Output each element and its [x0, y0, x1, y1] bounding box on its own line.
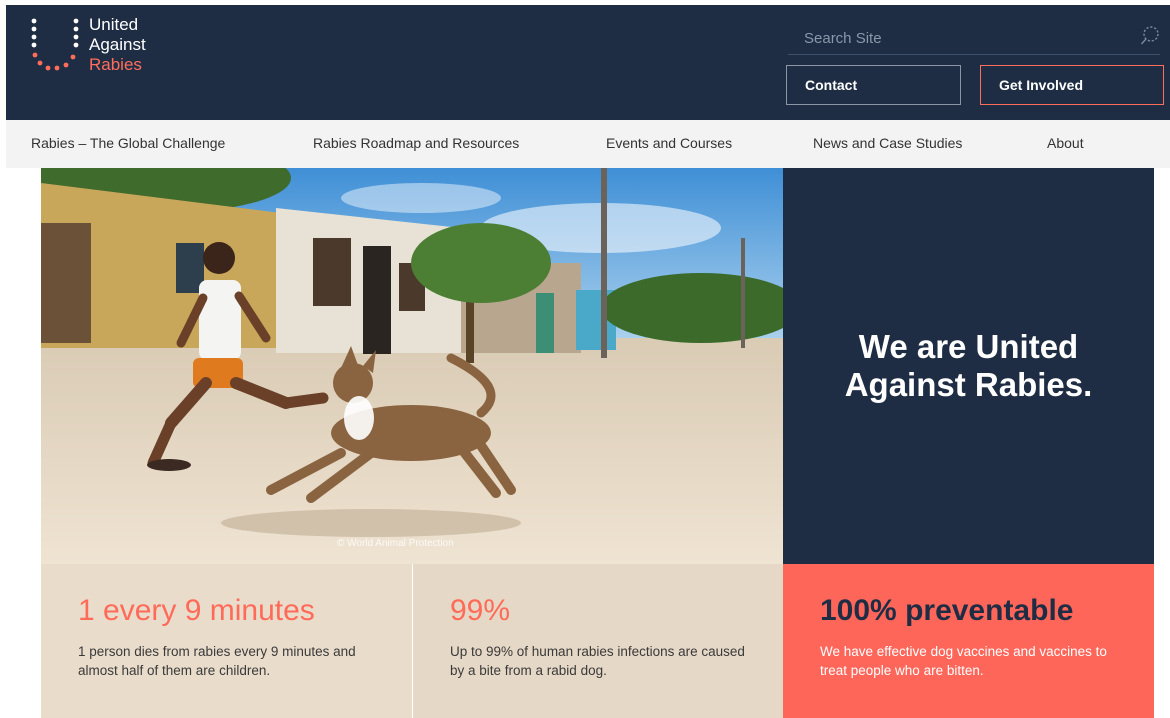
stat-text: Up to 99% of human rabies infections are…: [450, 644, 745, 678]
site-header: United Against Rabies Contact Get Involv…: [6, 5, 1170, 120]
stats-row: 1 every 9 minutes 1 person dies from rab…: [41, 564, 1154, 718]
stat-title: 100% preventable: [820, 594, 1074, 627]
hero-image: © World Animal Protection: [41, 168, 783, 564]
logo-line-1: United: [89, 15, 139, 34]
nav-item-about[interactable]: About: [1047, 135, 1084, 151]
photo-credit: © World Animal Protection: [337, 538, 454, 549]
logo-wordmark: United Against Rabies: [89, 15, 146, 75]
stat-title: 1 every 9 minutes: [78, 594, 315, 627]
stat-card: 100% preventable We have effective dog v…: [783, 564, 1154, 718]
logo-dots-icon: [31, 18, 79, 71]
stat-card: 99% Up to 99% of human rabies infections…: [412, 564, 783, 718]
hero-tagline: We are United Against Rabies.: [844, 328, 1093, 403]
stat-text: We have effective dog vaccines and vacci…: [820, 644, 1107, 678]
search-input[interactable]: [804, 27, 1124, 49]
logo-line-3: Rabies: [89, 55, 142, 74]
stat-card: 1 every 9 minutes 1 person dies from rab…: [41, 564, 412, 718]
nav-item-global-challenge[interactable]: Rabies – The Global Challenge: [31, 135, 225, 151]
contact-button[interactable]: Contact: [786, 65, 961, 105]
get-involved-button[interactable]: Get Involved: [980, 65, 1164, 105]
stat-text: 1 person dies from rabies every 9 minute…: [78, 644, 356, 678]
site-logo[interactable]: United Against Rabies: [30, 15, 190, 85]
nav-item-events[interactable]: Events and Courses: [606, 135, 732, 151]
search-bar: [788, 23, 1160, 55]
nav-item-news[interactable]: News and Case Studies: [813, 135, 962, 151]
hero-illustration: [41, 168, 783, 564]
nav-item-roadmap[interactable]: Rabies Roadmap and Resources: [313, 135, 519, 151]
stat-title: 99%: [450, 594, 511, 627]
logo-line-2: Against: [89, 35, 146, 54]
tagline-panel: We are United Against Rabies.: [783, 168, 1154, 564]
search-icon[interactable]: [1140, 25, 1160, 47]
main-nav: Rabies – The Global Challenge Rabies Roa…: [6, 120, 1170, 168]
